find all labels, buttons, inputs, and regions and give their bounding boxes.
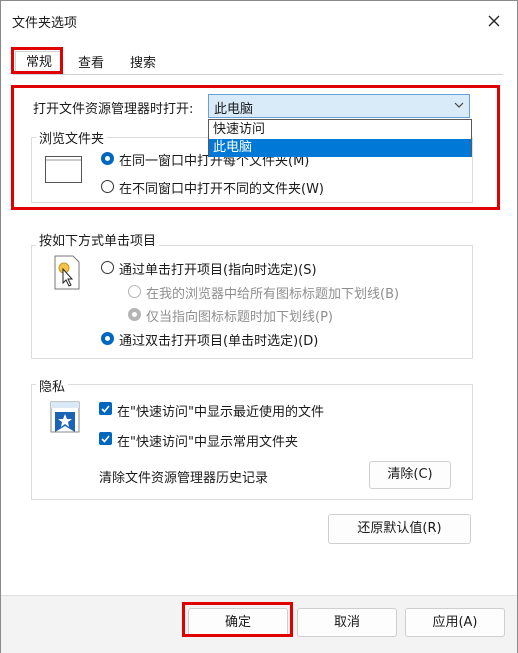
tab-divider [13,74,503,75]
frequent-folders-label: 在"快速访问"中显示常用文件夹 [117,435,298,450]
checkmark-icon [101,405,110,413]
checkbox-frequent-folders[interactable] [99,432,112,445]
radio-underline-all[interactable] [128,285,141,298]
ok-highlight-box [182,602,293,637]
clear-history-button[interactable]: 清除(C) [369,461,451,489]
close-icon [488,15,500,27]
folder-options-dialog: 文件夹选项 常规 查看 搜索 打开文件资源管理器时打开: 此电脑 浏览文件夹 在… [0,0,518,653]
recent-files-label: 在"快速访问"中显示最近使用的文件 [117,405,324,420]
radio-double-click[interactable] [101,332,114,345]
privacy-title: 隐私 [36,376,69,395]
underline-all-label: 在我的浏览器中给所有图标标题加下划线(B) [146,287,400,302]
clear-history-label: 清除文件资源管理器历史记录 [99,471,269,486]
restore-defaults-button[interactable]: 还原默认值(R) [328,514,471,544]
section-highlight-box [11,85,500,210]
cancel-button[interactable]: 取消 [297,608,397,637]
click-items-title: 按如下方式单击项目 [36,230,160,249]
checkmark-icon [101,435,110,443]
dialog-footer: 确定 取消 应用(A) [1,595,517,653]
close-button[interactable] [482,9,506,33]
checkbox-recent-files[interactable] [99,402,112,415]
tab-highlight-box [11,47,63,74]
tab-view[interactable]: 查看 [73,53,109,75]
click-pointer-icon [54,255,80,290]
apply-button[interactable]: 应用(A) [405,608,505,637]
radio-underline-hover[interactable] [128,308,141,321]
dialog-title: 文件夹选项 [12,16,78,31]
double-click-label: 通过双击打开项目(单击时选定)(D) [119,334,319,349]
quick-access-star-icon [50,401,80,433]
single-click-label: 通过单击打开项目(指向时选定)(S) [119,263,317,278]
underline-hover-label: 仅当指向图标标题时加下划线(P) [146,310,333,325]
tab-search[interactable]: 搜索 [125,53,161,75]
radio-single-click[interactable] [101,261,114,274]
